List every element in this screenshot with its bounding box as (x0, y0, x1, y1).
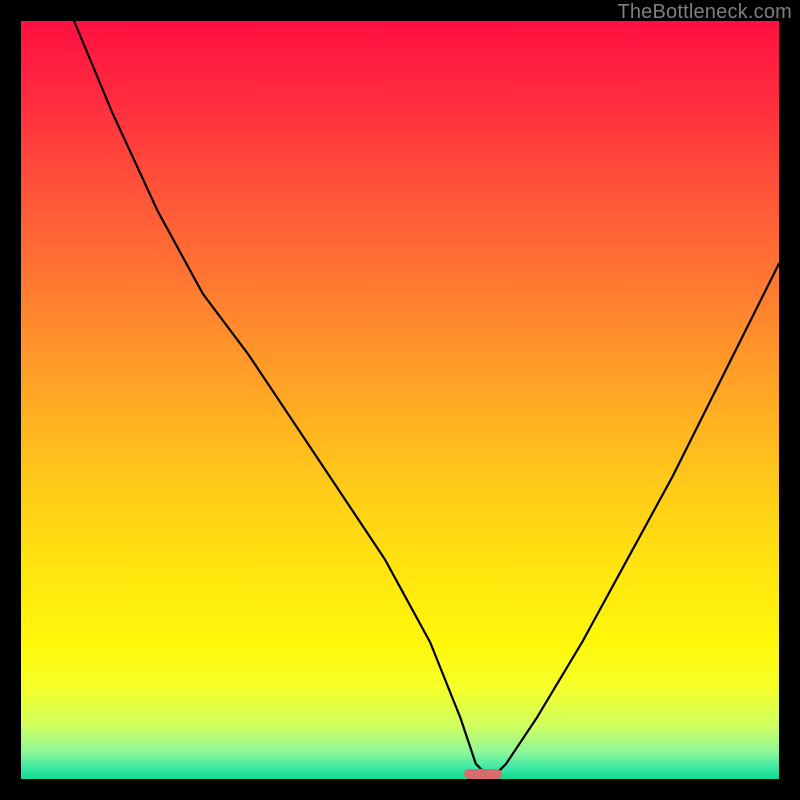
plot-area (21, 21, 779, 779)
optimal-marker (464, 769, 502, 779)
chart-frame: TheBottleneck.com (0, 0, 800, 800)
bottleneck-curve (21, 21, 779, 779)
